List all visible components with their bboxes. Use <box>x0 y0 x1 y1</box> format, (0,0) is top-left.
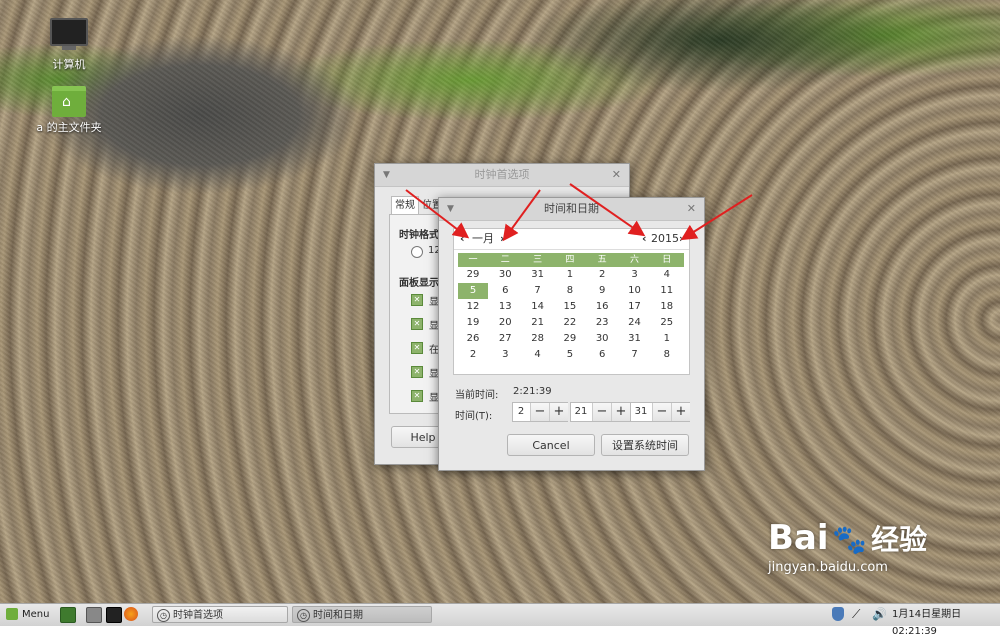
volume-icon[interactable]: 🔊 <box>872 606 887 623</box>
mint-logo-icon <box>6 608 18 620</box>
taskbar-clock[interactable]: 1月14日星期日 02:21:39 <box>892 606 1000 637</box>
annotation-arrows <box>405 183 753 242</box>
network-icon[interactable]: ⟋ <box>852 606 860 623</box>
arrow-to-next-month <box>502 189 541 242</box>
arrow-to-next-year <box>680 194 753 241</box>
file-manager-icon[interactable] <box>86 607 102 623</box>
menu-label: Menu <box>22 609 50 620</box>
taskbar: Menu ◷ 时钟首选项 ◷ 时间和日期 ⟋ 🔊 1月14日星期日 02:21:… <box>0 603 1000 637</box>
task-time-date[interactable]: ◷ 时间和日期 <box>292 606 432 623</box>
arrow-to-prev-month <box>405 189 470 239</box>
menu-button[interactable]: Menu <box>4 606 49 623</box>
arrow-to-prev-year <box>569 183 646 237</box>
firefox-icon[interactable] <box>124 607 138 621</box>
clock-icon: ◷ <box>297 609 310 622</box>
show-desktop-icon[interactable] <box>60 607 76 623</box>
task-label: 时钟首选项 <box>173 610 223 621</box>
task-clock-preferences[interactable]: ◷ 时钟首选项 <box>152 606 288 623</box>
clock-icon: ◷ <box>157 609 170 622</box>
update-shield-icon[interactable] <box>832 607 844 621</box>
task-label: 时间和日期 <box>313 610 363 621</box>
terminal-icon[interactable] <box>106 607 122 623</box>
